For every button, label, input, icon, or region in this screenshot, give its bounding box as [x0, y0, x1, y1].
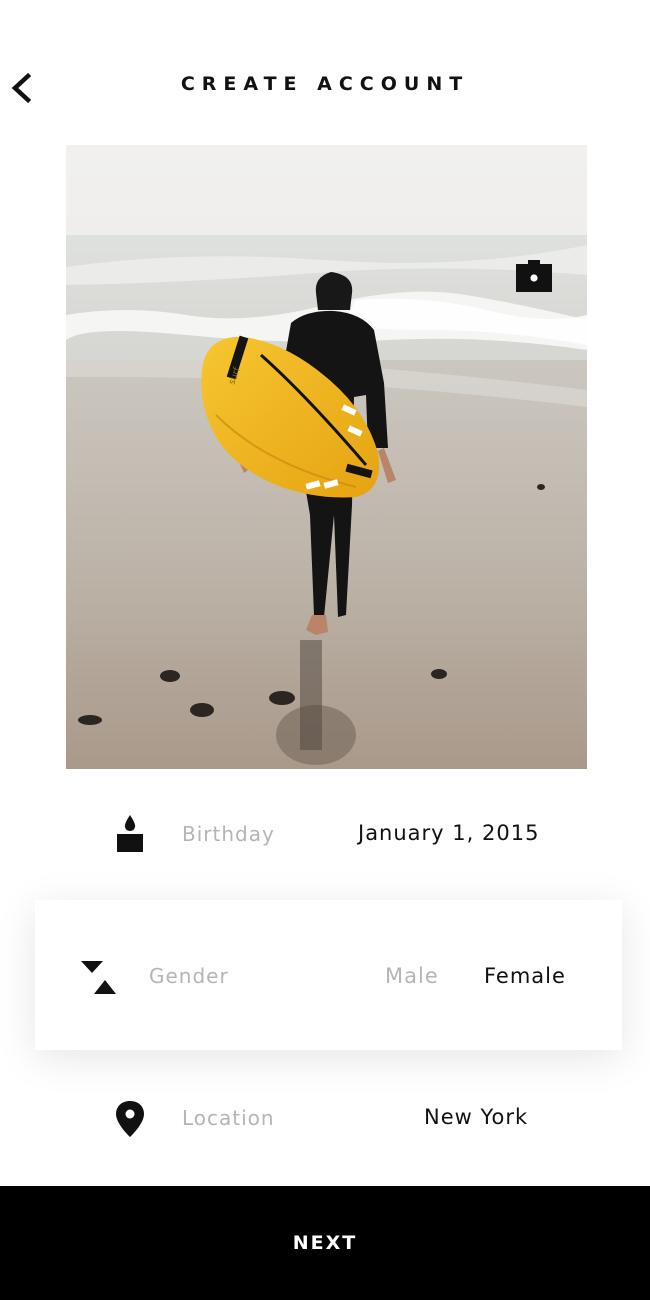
page-title: CREATE ACCOUNT [180, 73, 470, 95]
location-value[interactable]: New York [424, 1105, 528, 1129]
next-button-label: NEXT [292, 1232, 358, 1254]
profile-photo[interactable]: surf [66, 145, 587, 769]
location-row[interactable]: Location New York [0, 1078, 650, 1158]
gender-label: Gender [149, 964, 229, 988]
gender-option-female[interactable]: Female [484, 964, 566, 988]
birthday-row[interactable]: Birthday January 1, 2015 [0, 795, 650, 875]
next-button[interactable]: NEXT [0, 1186, 650, 1300]
location-label: Location [182, 1106, 275, 1130]
birthday-label: Birthday [182, 822, 275, 846]
surfer-photo-illustration: surf [66, 145, 587, 769]
candle-icon [117, 815, 143, 852]
gender-triangles-icon [81, 961, 116, 994]
gender-row: Gender Male Female [35, 900, 622, 1050]
map-pin-icon [116, 1101, 144, 1137]
gender-option-male[interactable]: Male [385, 964, 439, 988]
birthday-value[interactable]: January 1, 2015 [358, 821, 539, 845]
change-photo-button[interactable] [515, 259, 553, 293]
camera-icon [516, 260, 552, 292]
